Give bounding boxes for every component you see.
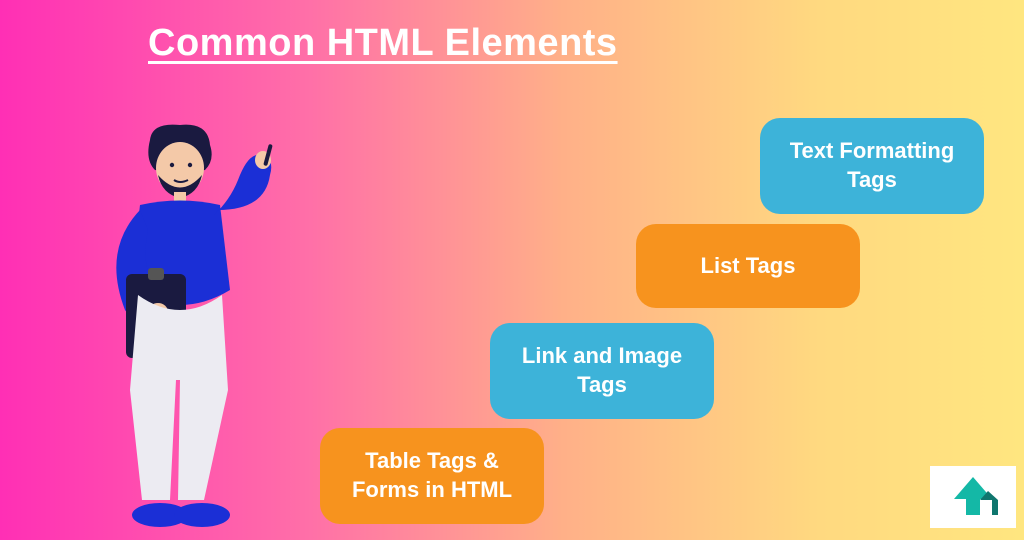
step-card-text-formatting: Text Formatting Tags bbox=[760, 118, 984, 214]
page-title: Common HTML Elements bbox=[148, 22, 618, 65]
brand-logo bbox=[930, 466, 1016, 528]
step-card-link-image: Link and Image Tags bbox=[490, 323, 714, 419]
person-illustration bbox=[80, 120, 280, 520]
step-card-table-forms: Table Tags & Forms in HTML bbox=[320, 428, 544, 524]
step-card-list-tags: List Tags bbox=[636, 224, 860, 308]
arrow-up-icon bbox=[944, 473, 1002, 521]
